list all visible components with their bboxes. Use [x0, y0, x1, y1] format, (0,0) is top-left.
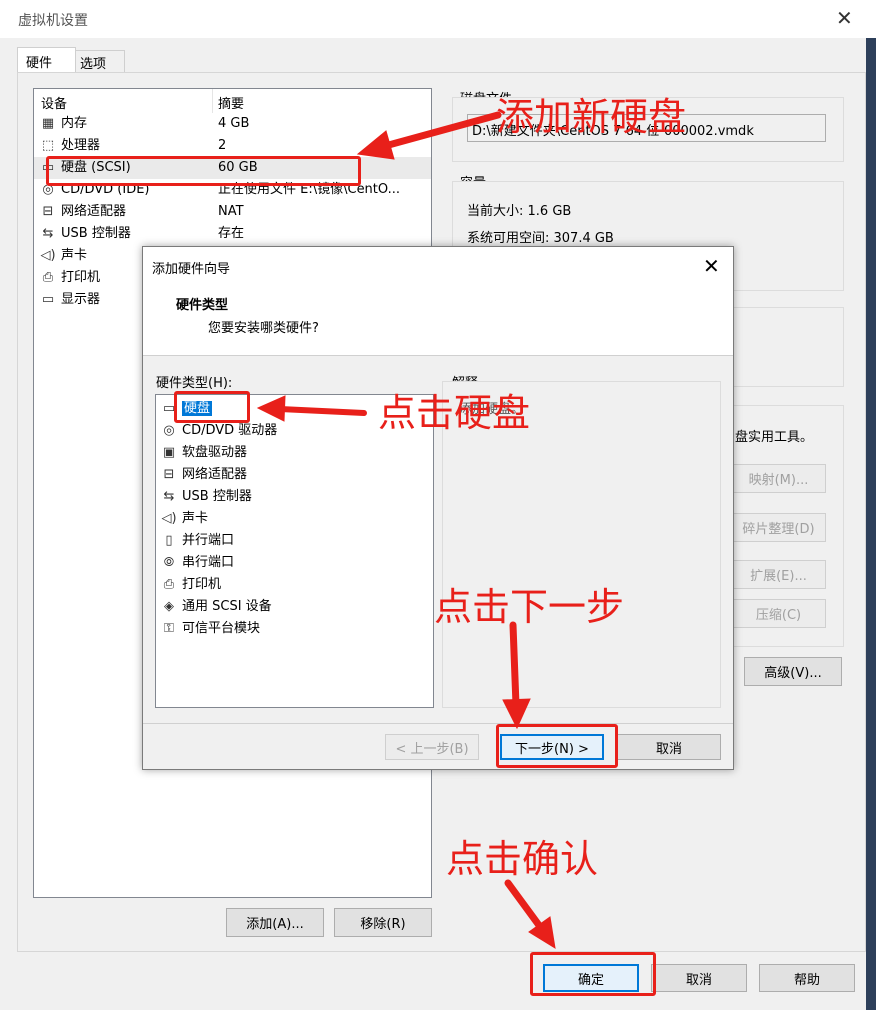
- arrow-to-device-disk: [381, 111, 502, 150]
- arrow-to-wizard-disk: [277, 406, 367, 416]
- arrowhead-device-disk: [356, 130, 395, 160]
- arrowhead-wizard-disk: [256, 395, 286, 422]
- annotation-arrows: [256, 111, 556, 949]
- arrowhead-next: [502, 698, 531, 730]
- arrow-to-ok: [504, 879, 545, 932]
- arrow-to-next: [509, 621, 520, 709]
